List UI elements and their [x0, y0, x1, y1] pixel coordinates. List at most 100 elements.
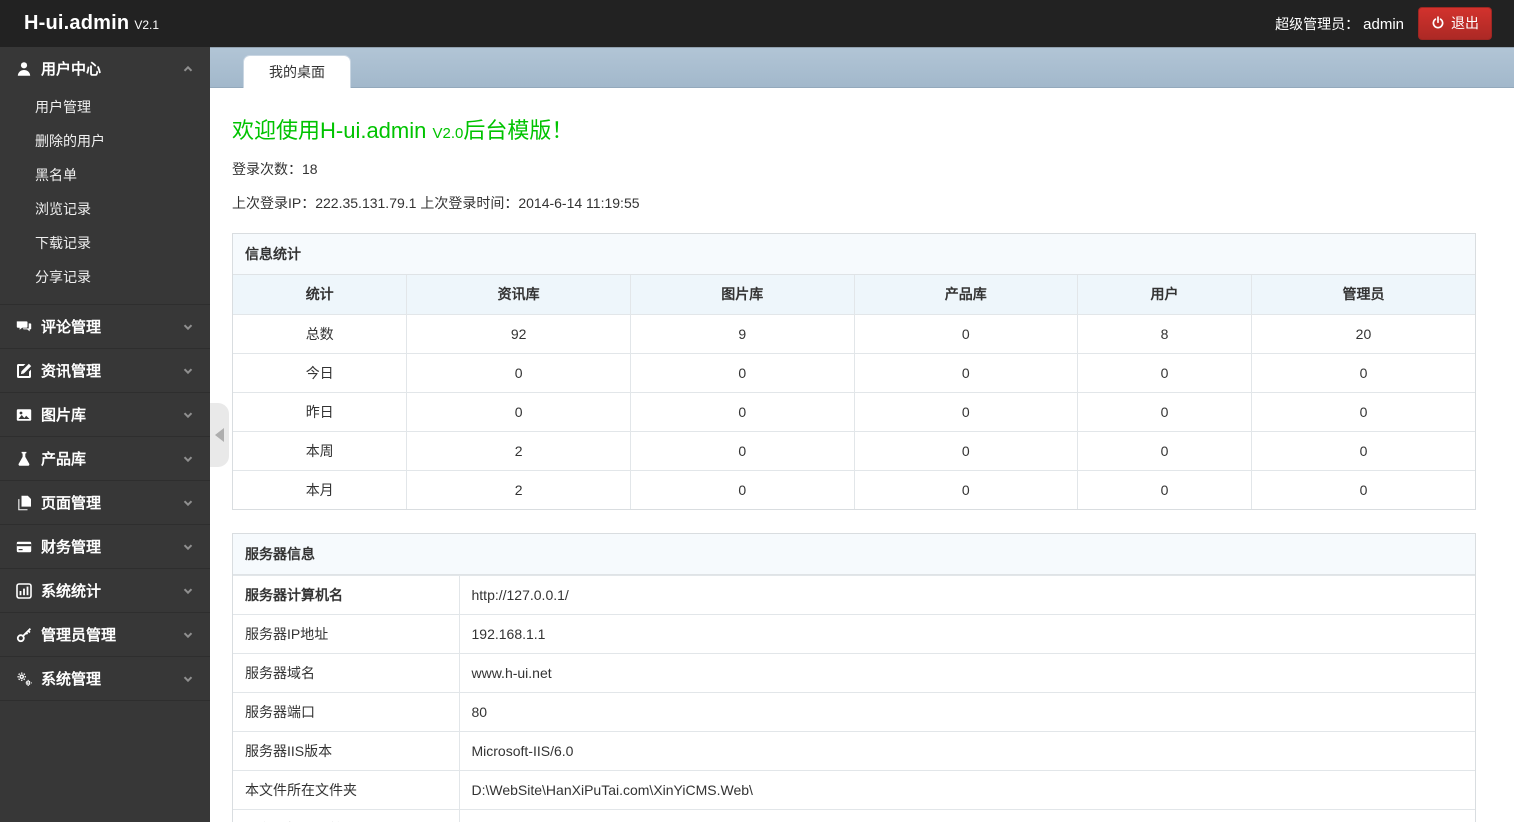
table-cell: 92	[406, 313, 631, 354]
sidebar-item-stats[interactable]: 系统统计	[0, 569, 210, 612]
table-cell: 8	[1077, 313, 1252, 354]
server-table: 服务器计算机名 http://127.0.0.1/ 服务器IP地址 192.16…	[233, 575, 1475, 822]
sidebar-item-images[interactable]: 图片库	[0, 393, 210, 436]
main-layout: 用户中心 用户管理 删除的用户 黑名单 浏览记录 下载记录 分享记录 评论管理 …	[0, 47, 1514, 822]
sidebar-section-products: 产品库	[0, 437, 210, 481]
chevron-down-icon	[182, 673, 194, 685]
table-row: 昨日 0 0 0 0 0	[233, 391, 1475, 432]
table-cell: 0	[853, 313, 1079, 354]
sidebar-item-label: 管理员管理	[41, 627, 117, 644]
sidebar-section-user-center: 用户中心 用户管理 删除的用户 黑名单 浏览记录 下载记录 分享记录	[0, 47, 210, 305]
table-cell: www.h-ui.net	[458, 653, 1475, 693]
sidebar-item-label: 系统统计	[41, 583, 102, 600]
table-cell: 0	[853, 391, 1079, 432]
welcome-title: 欢迎使用H-ui.admin V2.0后台模版！	[232, 113, 1476, 145]
sidebar-collapse-handle[interactable]	[210, 403, 229, 467]
table-cell: 80	[458, 692, 1475, 732]
row-label: 服务器端口	[233, 692, 460, 732]
table-row: 今日 0 0 0 0 0	[233, 352, 1475, 393]
table-cell: 2	[406, 430, 631, 471]
sidebar-item-label: 图片库	[41, 407, 87, 424]
sidebar-section-finance: 财务管理	[0, 525, 210, 569]
table-cell: 0	[1077, 469, 1252, 509]
sidebar-item-system[interactable]: 系统管理	[0, 657, 210, 700]
row-label: 昨日	[233, 391, 408, 432]
logout-button[interactable]: 退出	[1418, 7, 1492, 40]
sidebar-item-comments[interactable]: 评论管理	[0, 305, 210, 348]
table-cell: Microsoft-IIS/6.0	[458, 731, 1475, 771]
table-row: 本周 2 0 0 0 0	[233, 430, 1475, 471]
table-cell: 0	[853, 469, 1079, 509]
server-panel: 服务器信息 服务器计算机名 http://127.0.0.1/ 服务器IP地址 …	[232, 533, 1476, 822]
key-icon	[16, 627, 32, 643]
table-cell: 0	[629, 430, 855, 471]
stats-table: 统计 资讯库 图片库 产品库 用户 管理员 总数 92 9 0 8 20 今日 …	[233, 275, 1475, 509]
brand-version: V2.1	[134, 18, 160, 32]
chevron-down-icon	[182, 409, 194, 421]
credit-card-icon	[16, 539, 32, 555]
sidebar-subitem-blacklist[interactable]: 黑名单	[0, 158, 210, 192]
dashboard-page: 欢迎使用H-ui.admin V2.0后台模版！ 登录次数：18 上次登录IP：…	[210, 88, 1514, 822]
sidebar-subitem-browse-history[interactable]: 浏览记录	[0, 192, 210, 226]
gears-icon	[16, 671, 32, 687]
sidebar-section-comments: 评论管理	[0, 305, 210, 349]
sidebar-item-admins[interactable]: 管理员管理	[0, 613, 210, 656]
comments-icon	[16, 319, 32, 335]
row-label: 本周	[233, 430, 408, 471]
row-label: 本文件所在文件夹	[233, 770, 460, 810]
table-row: 服务器端口 80	[233, 692, 1475, 732]
sidebar-item-products[interactable]: 产品库	[0, 437, 210, 480]
table-cell: Microsoft Windows NT 5.2.3790 Service Pa…	[458, 809, 1475, 822]
table-row: 服务器IIS版本 Microsoft-IIS/6.0	[233, 731, 1475, 771]
stats-header-row: 统计 资讯库 图片库 产品库 用户 管理员	[233, 275, 1475, 315]
sidebar-item-pages[interactable]: 页面管理	[0, 481, 210, 524]
topbar-right: 超级管理员： admin 退出	[1275, 7, 1492, 40]
chevron-down-icon	[182, 585, 194, 597]
chevron-down-icon	[182, 365, 194, 377]
sidebar-subitem-share-history[interactable]: 分享记录	[0, 260, 210, 294]
last-ip-value: 222.35.131.79.1	[315, 195, 417, 211]
row-label: 服务器IP地址	[233, 614, 460, 654]
table-row: 本文件所在文件夹 D:\WebSite\HanXiPuTai.com\XinYi…	[233, 770, 1475, 810]
row-label: 总数	[233, 313, 408, 354]
bar-chart-icon	[16, 582, 32, 599]
sidebar-item-label: 页面管理	[41, 495, 102, 512]
user-icon	[16, 61, 32, 77]
row-label: 服务器IIS版本	[233, 731, 460, 771]
table-cell: 0	[1250, 391, 1475, 432]
table-cell: 20	[1250, 313, 1475, 354]
sidebar-subitem-deleted-users[interactable]: 删除的用户	[0, 124, 210, 158]
table-cell: 0	[629, 469, 855, 509]
last-ip-label: 上次登录IP：	[232, 195, 316, 211]
sidebar-item-news[interactable]: 资讯管理	[0, 349, 210, 392]
tab-strip: 我的桌面	[210, 47, 1514, 88]
app-logo[interactable]: H-ui.admin V2.1	[24, 12, 159, 35]
table-cell: 0	[1077, 352, 1252, 393]
tab-my-desktop[interactable]: 我的桌面	[243, 55, 351, 88]
sidebar-item-label: 财务管理	[41, 539, 102, 556]
sidebar-subitem-users[interactable]: 用户管理	[0, 90, 210, 124]
power-icon	[1431, 16, 1445, 30]
chevron-down-icon	[182, 541, 194, 553]
sidebar-item-user-center[interactable]: 用户中心	[0, 47, 210, 90]
sidebar-item-label: 系统管理	[41, 671, 102, 688]
table-row: 服务器域名 www.h-ui.net	[233, 653, 1475, 693]
table-cell: 0	[629, 391, 855, 432]
table-cell: D:\WebSite\HanXiPuTai.com\XinYiCMS.Web\	[458, 770, 1475, 810]
logout-label: 退出	[1451, 15, 1479, 31]
sidebar-item-finance[interactable]: 财务管理	[0, 525, 210, 568]
top-header-bar: H-ui.admin V2.1 超级管理员： admin 退出	[0, 0, 1514, 47]
row-label: 今日	[233, 352, 408, 393]
chevron-down-icon	[182, 321, 194, 333]
user-center-submenu: 用户管理 删除的用户 黑名单 浏览记录 下载记录 分享记录	[0, 90, 210, 304]
sidebar-subitem-download-history[interactable]: 下载记录	[0, 226, 210, 260]
welcome-suffix: 后台模版！	[463, 118, 574, 143]
table-cell: 0	[1077, 391, 1252, 432]
picture-icon	[16, 407, 32, 423]
table-cell: http://127.0.0.1/	[458, 575, 1475, 615]
flask-icon	[16, 451, 32, 467]
sidebar-section-system: 系统管理	[0, 657, 210, 701]
table-row: 服务器计算机名 http://127.0.0.1/	[233, 575, 1475, 615]
username: admin	[1363, 15, 1404, 33]
login-count-label: 登录次数：	[232, 161, 302, 177]
